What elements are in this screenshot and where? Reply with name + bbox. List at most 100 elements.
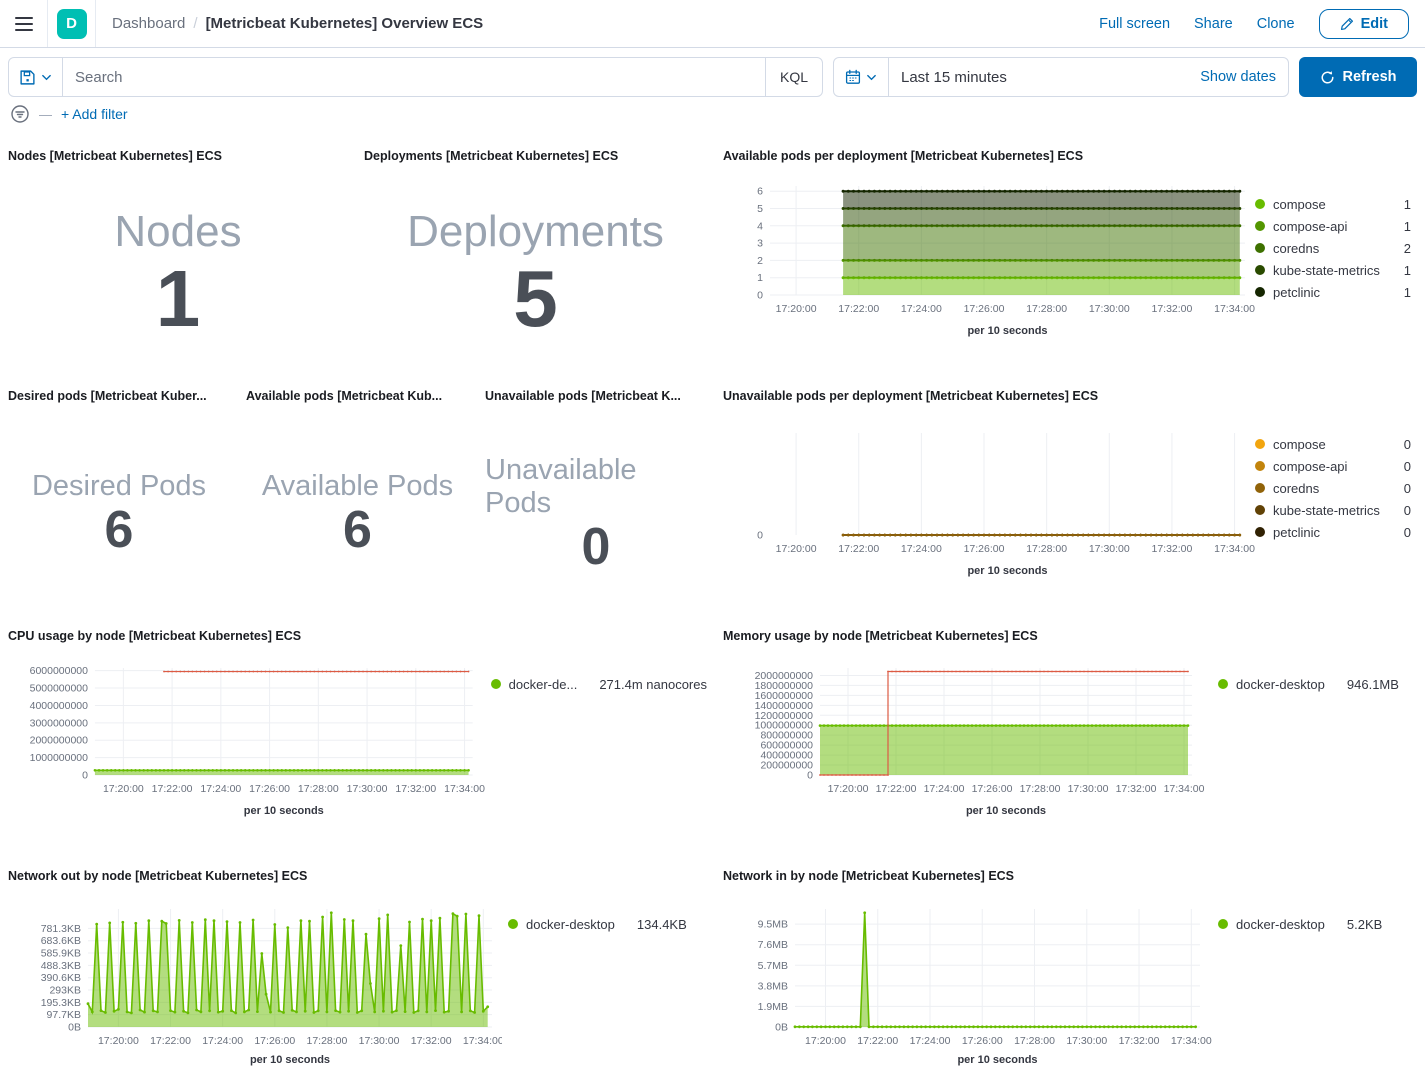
unavailable-pods-metric: Unavailable Pods 0 xyxy=(485,409,707,619)
legend-item[interactable]: compose1 xyxy=(1255,193,1417,215)
svg-text:0B: 0B xyxy=(68,1022,81,1034)
svg-text:17:22:00: 17:22:00 xyxy=(838,303,879,315)
svg-text:17:22:00: 17:22:00 xyxy=(150,1035,191,1047)
share-button[interactable]: Share xyxy=(1194,16,1233,32)
legend-item[interactable]: petclinic0 xyxy=(1255,521,1417,543)
search-input[interactable] xyxy=(63,58,765,96)
panel-title: Available pods [Metricbeat Kub... xyxy=(246,387,469,405)
legend-item[interactable]: coredns0 xyxy=(1255,477,1417,499)
panel-title: Network out by node [Metricbeat Kubernet… xyxy=(8,867,707,885)
svg-text:5: 5 xyxy=(757,203,763,215)
panel-title: Unavailable pods per deployment [Metricb… xyxy=(723,387,1417,405)
space-avatar-wrap: D xyxy=(48,0,96,47)
panel-title: Available pods per deployment [Metricbea… xyxy=(723,147,1417,165)
metric-label: Nodes xyxy=(114,207,241,257)
legend-color-dot xyxy=(1255,527,1265,537)
svg-text:per 10 seconds: per 10 seconds xyxy=(250,1054,330,1066)
deployments-metric: Deployments 5 xyxy=(364,169,707,379)
metric-label: Deployments xyxy=(407,207,664,257)
chart-canvas[interactable]: 17:20:0017:22:0017:24:0017:26:0017:28:00… xyxy=(723,885,1212,1081)
svg-text:17:30:00: 17:30:00 xyxy=(1089,303,1130,315)
query-bar: KQL Last 15 minutes Show dates Refresh xyxy=(0,48,1425,97)
breadcrumb: Dashboard / [Metricbeat Kubernetes] Over… xyxy=(96,15,483,32)
query-language-button[interactable]: KQL xyxy=(765,58,822,96)
quick-select-time-button[interactable] xyxy=(834,58,889,96)
time-range-value[interactable]: Last 15 minutes xyxy=(889,69,1200,86)
legend-label: docker-desktop xyxy=(526,917,615,932)
legend-item[interactable]: compose-api1 xyxy=(1255,215,1417,237)
svg-text:17:30:00: 17:30:00 xyxy=(347,784,388,795)
breadcrumb-dashboard-link[interactable]: Dashboard xyxy=(112,15,185,32)
chart-canvas[interactable]: 17:20:0017:22:0017:24:0017:26:0017:28:00… xyxy=(723,165,1255,375)
pencil-icon xyxy=(1340,17,1354,31)
metric-value: 1 xyxy=(156,257,201,341)
filter-bar: — + Add filter xyxy=(0,97,1425,129)
clone-button[interactable]: Clone xyxy=(1257,16,1295,32)
legend-item[interactable]: docker-de...271.4m nanocores xyxy=(491,673,707,695)
chart-canvas[interactable]: 17:20:0017:22:0017:24:0017:26:0017:28:00… xyxy=(8,885,502,1081)
svg-text:17:30:00: 17:30:00 xyxy=(1068,783,1109,795)
desired-pods-metric: Desired Pods 6 xyxy=(8,409,230,619)
legend-value: 271.4m nanocores xyxy=(599,677,707,692)
legend-item[interactable]: compose-api0 xyxy=(1255,455,1417,477)
svg-text:293KB: 293KB xyxy=(49,985,81,997)
svg-text:17:30:00: 17:30:00 xyxy=(1089,543,1130,555)
edit-button[interactable]: Edit xyxy=(1319,9,1409,39)
svg-text:1: 1 xyxy=(757,272,763,284)
legend-item[interactable]: petclinic1 xyxy=(1255,281,1417,303)
panel-title: Memory usage by node [Metricbeat Kuberne… xyxy=(723,627,1417,645)
add-filter-button[interactable]: + Add filter xyxy=(61,106,128,122)
svg-text:17:28:00: 17:28:00 xyxy=(298,784,339,795)
panel-deployments: Deployments [Metricbeat Kubernetes] ECS … xyxy=(356,141,715,381)
saved-query-menu-button[interactable] xyxy=(9,58,63,96)
svg-text:4000000000: 4000000000 xyxy=(30,701,88,712)
svg-text:17:26:00: 17:26:00 xyxy=(972,783,1013,795)
legend-label: compose-api xyxy=(1273,459,1347,474)
svg-text:per 10 seconds: per 10 seconds xyxy=(967,565,1047,577)
svg-text:5000000000: 5000000000 xyxy=(30,684,88,695)
space-avatar[interactable]: D xyxy=(57,9,87,39)
chart-canvas[interactable]: 17:20:0017:22:0017:24:0017:26:0017:28:00… xyxy=(723,645,1212,855)
legend-item[interactable]: docker-desktop5.2KB xyxy=(1218,913,1417,935)
legend-color-dot xyxy=(1255,483,1265,493)
svg-text:9.5MB: 9.5MB xyxy=(758,919,788,931)
legend-item[interactable]: docker-desktop134.4KB xyxy=(508,913,707,935)
legend-color-dot xyxy=(1218,919,1228,929)
svg-text:17:32:00: 17:32:00 xyxy=(1151,543,1192,555)
legend-item[interactable]: kube-state-metrics1 xyxy=(1255,259,1417,281)
full-screen-button[interactable]: Full screen xyxy=(1099,16,1170,32)
chart-canvas[interactable]: 17:20:0017:22:0017:24:0017:26:0017:28:00… xyxy=(723,405,1255,615)
svg-text:585.9KB: 585.9KB xyxy=(41,948,81,960)
legend-item[interactable]: kube-state-metrics0 xyxy=(1255,499,1417,521)
menu-hamburger-icon[interactable] xyxy=(0,0,48,47)
legend-item[interactable]: docker-desktop946.1MB xyxy=(1218,673,1417,695)
top-navigation-bar: D Dashboard / [Metricbeat Kubernetes] Ov… xyxy=(0,0,1425,48)
filter-icon[interactable] xyxy=(10,104,30,124)
refresh-icon xyxy=(1320,70,1335,85)
svg-text:17:20:00: 17:20:00 xyxy=(98,1035,139,1047)
svg-text:17:30:00: 17:30:00 xyxy=(1066,1035,1107,1047)
calendar-icon xyxy=(845,69,861,85)
legend-value: 1 xyxy=(1404,285,1417,300)
refresh-button[interactable]: Refresh xyxy=(1299,57,1417,97)
edit-button-label: Edit xyxy=(1361,16,1388,32)
filter-placeholder-dash: — xyxy=(39,107,52,122)
panel-title: Desired pods [Metricbeat Kuber... xyxy=(8,387,230,405)
chart-canvas[interactable]: 17:20:0017:22:0017:24:0017:26:0017:28:00… xyxy=(8,645,485,855)
legend-value: 0 xyxy=(1404,481,1417,496)
svg-text:5.7MB: 5.7MB xyxy=(758,960,788,972)
legend-color-dot xyxy=(1255,221,1265,231)
legend-color-dot xyxy=(1255,287,1265,297)
svg-text:17:32:00: 17:32:00 xyxy=(1151,303,1192,315)
svg-text:6000000000: 6000000000 xyxy=(30,666,88,677)
svg-text:17:28:00: 17:28:00 xyxy=(1020,783,1061,795)
svg-text:17:22:00: 17:22:00 xyxy=(857,1035,898,1047)
svg-text:7.6MB: 7.6MB xyxy=(758,939,788,951)
panel-available-pods-per-deployment: Available pods per deployment [Metricbea… xyxy=(715,141,1425,381)
panel-unavailable-pods: Unavailable pods [Metricbeat K... Unavai… xyxy=(477,381,715,621)
show-dates-button[interactable]: Show dates xyxy=(1200,69,1288,85)
legend-item[interactable]: compose0 xyxy=(1255,433,1417,455)
metric-value: 0 xyxy=(582,520,611,575)
legend-item[interactable]: coredns2 xyxy=(1255,237,1417,259)
page-title: [Metricbeat Kubernetes] Overview ECS xyxy=(206,15,484,32)
